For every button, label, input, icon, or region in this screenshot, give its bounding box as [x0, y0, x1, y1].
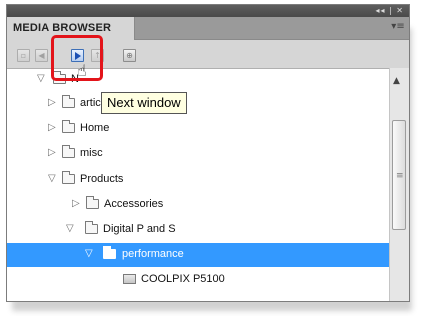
- tree-row-selected[interactable]: ▽ performance: [7, 243, 389, 267]
- vertical-scrollbar[interactable]: ▲ ≡: [389, 68, 409, 301]
- hand-cursor-icon: ☝: [77, 61, 87, 80]
- grip-icon: ≡: [396, 171, 404, 181]
- previous-window-button[interactable]: ◀: [35, 49, 48, 62]
- collapsed-arrow-icon[interactable]: ▷: [72, 199, 82, 209]
- add-location-button[interactable]: ⊕: [123, 49, 136, 62]
- folder-icon: [103, 246, 116, 259]
- expanded-arrow-icon[interactable]: ▽: [66, 224, 76, 234]
- tree-row[interactable]: ▷ Home: [7, 117, 389, 141]
- expanded-arrow-icon[interactable]: ▽: [48, 174, 58, 184]
- panel-top-strip: ◂◂ | ✕: [7, 5, 409, 17]
- tooltip: Next window: [101, 92, 187, 114]
- folder-icon: [86, 196, 99, 209]
- expanded-arrow-icon[interactable]: ▽: [37, 74, 47, 84]
- tree-row[interactable]: ▷ misc: [7, 142, 389, 166]
- scroll-thumb[interactable]: ≡: [392, 120, 406, 230]
- tree-row[interactable]: ▽ Products: [7, 168, 389, 192]
- folder-icon: [62, 120, 75, 133]
- tree-row-label: misc: [80, 147, 103, 159]
- tree-row-label: COOLPIX P5100: [141, 273, 225, 285]
- collapsed-arrow-icon[interactable]: ▷: [48, 98, 58, 108]
- folder-tree[interactable]: ▽ N ▷ article images ▷ Home ▷ misc ▽ Pro…: [7, 68, 389, 301]
- folder-icon: [62, 95, 75, 108]
- panel-menu-icon[interactable]: ▾≡: [391, 21, 405, 33]
- image-file-icon: [123, 274, 136, 284]
- collapse-close-controls[interactable]: ◂◂ | ✕: [375, 5, 404, 17]
- home-button[interactable]: ▫: [17, 49, 30, 62]
- folder-icon: [62, 171, 75, 184]
- tree-row[interactable]: ▷ Accessories: [7, 193, 389, 217]
- tree-row-label: Products: [80, 173, 124, 185]
- tree-row[interactable]: COOLPIX P5100: [7, 268, 389, 292]
- expanded-arrow-icon[interactable]: ▽: [85, 249, 95, 259]
- tree-row-label: performance: [122, 248, 184, 260]
- collapsed-arrow-icon[interactable]: ▷: [48, 148, 58, 158]
- tree-row-label: Digital P and S: [103, 223, 176, 235]
- add-location-icon: ⊕: [126, 51, 133, 60]
- collapsed-arrow-icon[interactable]: ▷: [48, 123, 58, 133]
- scroll-up-arrow-icon[interactable]: ▲: [393, 76, 400, 86]
- tree-row-label: Accessories: [104, 198, 164, 210]
- tree-row[interactable]: ▽ Digital P and S: [7, 218, 389, 242]
- back-arrow-icon: ◀: [38, 51, 45, 60]
- home-icon: ▫: [20, 51, 27, 60]
- folder-icon: [62, 145, 75, 158]
- tree-row-label: Home: [80, 122, 110, 134]
- tree-row[interactable]: ▷ article images: [7, 92, 389, 116]
- folder-icon: [85, 221, 98, 234]
